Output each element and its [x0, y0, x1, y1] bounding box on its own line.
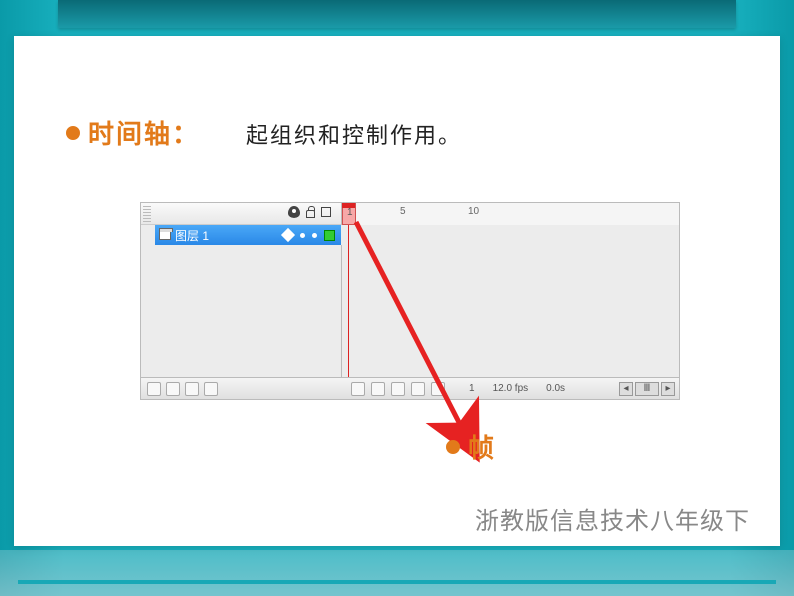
lock-icon[interactable]: [306, 210, 315, 218]
scroll-thumb[interactable]: Ⅲ: [635, 382, 659, 396]
frame-area-bg: [341, 245, 679, 377]
scroll-left-button[interactable]: ◂: [619, 382, 633, 396]
delete-layer-button[interactable]: [204, 382, 218, 396]
frame-rate-value: 12.0 fps: [493, 383, 529, 394]
visibility-eye-icon[interactable]: [288, 206, 300, 218]
edit-multiple-frames-button[interactable]: [411, 382, 425, 396]
onion-skin-outlines-button[interactable]: [391, 382, 405, 396]
ruler-mark-5: 5: [400, 206, 406, 217]
outline-color-swatch[interactable]: [324, 230, 335, 241]
lock-dot[interactable]: [312, 233, 317, 238]
panel-grip-icon[interactable]: [143, 206, 151, 222]
timeline-empty-area: [141, 245, 679, 377]
layer-column-icons: [288, 206, 331, 218]
layer-row: 图层 1: [141, 225, 679, 245]
heading-bullet-icon: [66, 126, 80, 140]
bottom-decor: [0, 550, 794, 596]
timeline-header: 1 5 10: [141, 203, 679, 225]
scroll-right-button[interactable]: ▸: [661, 382, 675, 396]
new-folder-button[interactable]: [185, 382, 199, 396]
frame-bullet-icon: [446, 440, 460, 454]
heading-text: 时间轴：: [88, 114, 200, 151]
frame-callout-label: 帧: [446, 428, 494, 465]
slide-content: 时间轴： 起组织和控制作用。 1 5 10 图层 1: [14, 36, 780, 546]
onion-skin-markers-button[interactable]: [431, 382, 445, 396]
onion-skin-controls: [341, 382, 445, 396]
timeline-scroll: ◂ Ⅲ ▸: [619, 382, 679, 396]
footer-text: 浙教版信息技术八年级下: [475, 501, 750, 536]
timeline-status: 1 12.0 fps 0.0s: [445, 383, 565, 394]
visibility-dot[interactable]: [300, 233, 305, 238]
center-frame-button[interactable]: [351, 382, 365, 396]
heading-row: 时间轴：: [66, 114, 200, 151]
elapsed-time-value: 0.0s: [546, 383, 565, 394]
new-layer-button[interactable]: [147, 382, 161, 396]
top-decor-bar: [58, 0, 736, 28]
layer-controls: [141, 382, 341, 396]
new-motion-guide-button[interactable]: [166, 382, 180, 396]
layer-1[interactable]: 图层 1: [155, 225, 341, 245]
onion-skin-button[interactable]: [371, 382, 385, 396]
pencil-icon: [281, 228, 295, 242]
frame-ruler[interactable]: 1 5 10: [341, 203, 679, 225]
frame-label-text: 帧: [468, 428, 494, 465]
current-frame-value: 1: [469, 383, 475, 394]
playhead-icon[interactable]: [348, 225, 349, 381]
timeline-bottom-bar: 1 12.0 fps 0.0s ◂ Ⅲ ▸: [141, 377, 679, 399]
layer-toggles: [283, 230, 335, 241]
outline-square-icon[interactable]: [321, 207, 331, 217]
layer-name: 图层 1: [175, 227, 209, 244]
flash-timeline-panel: 1 5 10 图层 1: [140, 202, 680, 400]
ruler-mark-10: 10: [468, 206, 479, 217]
layer-icon: [159, 230, 171, 240]
heading-description: 起组织和控制作用。: [246, 118, 462, 150]
bottom-decor-line: [18, 580, 776, 584]
